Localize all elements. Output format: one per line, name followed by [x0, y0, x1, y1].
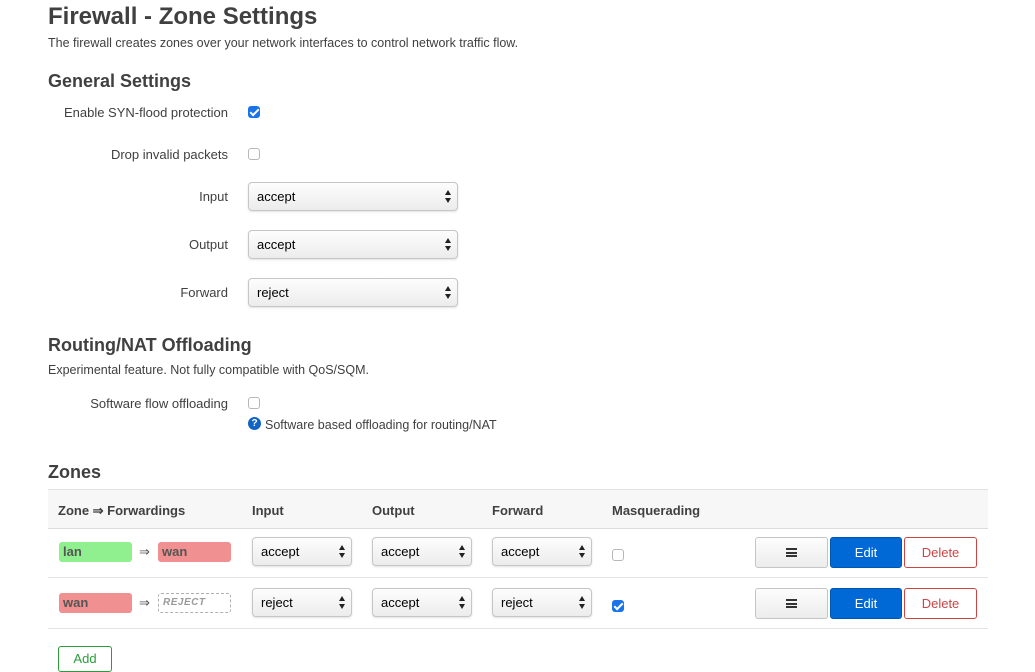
zone-output-select[interactable]: accept: [372, 588, 472, 617]
zone-input-select[interactable]: reject: [252, 588, 352, 617]
input-policy-value: accept: [257, 189, 296, 204]
offloading-description: Experimental feature. Not fully compatib…: [48, 363, 369, 377]
col-output: Output: [372, 503, 415, 518]
input-policy-label: Input: [199, 189, 228, 204]
forward-arrow-icon: ⇒: [139, 595, 150, 610]
zone-badge-wan: wan: [59, 593, 132, 613]
delete-button[interactable]: Delete: [904, 537, 977, 568]
zone-badge-wan: wan: [158, 542, 231, 562]
zone-forward-select[interactable]: accept: [492, 537, 592, 566]
hamburger-menu-icon: [786, 599, 797, 608]
row-divider: [48, 577, 988, 578]
page-title: Firewall - Zone Settings: [48, 3, 318, 30]
select-arrows-icon: [579, 545, 586, 558]
zone-input-select[interactable]: accept: [252, 537, 352, 566]
col-masquerading: Masquerading: [612, 503, 701, 518]
delete-button[interactable]: Delete: [904, 588, 977, 619]
add-zone-button[interactable]: Add: [58, 646, 112, 672]
zone-input-value: reject: [261, 595, 293, 610]
syn-flood-label: Enable SYN-flood protection: [63, 105, 228, 120]
masquerading-checkbox[interactable]: [612, 600, 624, 612]
select-arrows-icon: [579, 596, 586, 609]
select-arrows-icon: [459, 545, 466, 558]
output-policy-label: Output: [188, 237, 228, 252]
edit-button[interactable]: Edit: [830, 537, 902, 568]
drop-invalid-checkbox[interactable]: [248, 148, 260, 160]
output-policy-select[interactable]: accept: [248, 230, 458, 259]
reorder-button[interactable]: [755, 588, 828, 619]
zone-output-value: accept: [381, 595, 420, 610]
software-flow-label: Software flow offloading: [90, 396, 228, 411]
hamburger-menu-icon: [786, 548, 797, 557]
forward-policy-label: Forward: [180, 285, 228, 300]
select-arrows-icon: [339, 596, 346, 609]
col-forward: Forward: [492, 503, 544, 518]
zone-forward-value: accept: [501, 544, 540, 559]
zone-forward-select[interactable]: reject: [492, 588, 592, 617]
zone-forward-value: reject: [501, 595, 533, 610]
forward-policy-select[interactable]: reject: [248, 278, 458, 307]
zone-badge-reject: REJECT: [158, 593, 231, 613]
input-policy-select[interactable]: accept: [248, 182, 458, 211]
zone-badge-lan: lan: [59, 542, 132, 562]
syn-flood-checkbox[interactable]: [248, 106, 260, 118]
edit-button[interactable]: Edit: [830, 588, 902, 619]
col-input: Input: [252, 503, 284, 518]
software-flow-help: Software based offloading for routing/NA…: [265, 418, 497, 432]
zones-table-header: Zone ⇒ Forwardings Input Output Forward …: [48, 489, 988, 529]
masquerading-checkbox[interactable]: [612, 549, 624, 561]
software-flow-checkbox[interactable]: [248, 397, 260, 409]
select-arrows-icon: [445, 190, 452, 203]
reorder-button[interactable]: [755, 537, 828, 568]
drop-invalid-label: Drop invalid packets: [110, 147, 228, 162]
col-zone-forwardings: Zone ⇒ Forwardings: [58, 503, 186, 518]
general-settings-heading: General Settings: [48, 71, 192, 91]
page-description: The firewall creates zones over your net…: [48, 36, 519, 50]
select-arrows-icon: [445, 238, 452, 251]
zone-input-value: accept: [261, 544, 300, 559]
question-circle-icon: ?: [248, 417, 261, 430]
select-arrows-icon: [459, 596, 466, 609]
select-arrows-icon: [339, 545, 346, 558]
output-policy-value: accept: [257, 237, 296, 252]
forward-policy-value: reject: [257, 285, 289, 300]
zone-output-select[interactable]: accept: [372, 537, 472, 566]
forward-arrow-icon: ⇒: [139, 544, 150, 559]
zone-output-value: accept: [381, 544, 420, 559]
row-divider: [48, 628, 988, 629]
offloading-heading: Routing/NAT Offloading: [48, 335, 252, 355]
select-arrows-icon: [445, 286, 452, 299]
zones-heading: Zones: [48, 462, 102, 482]
